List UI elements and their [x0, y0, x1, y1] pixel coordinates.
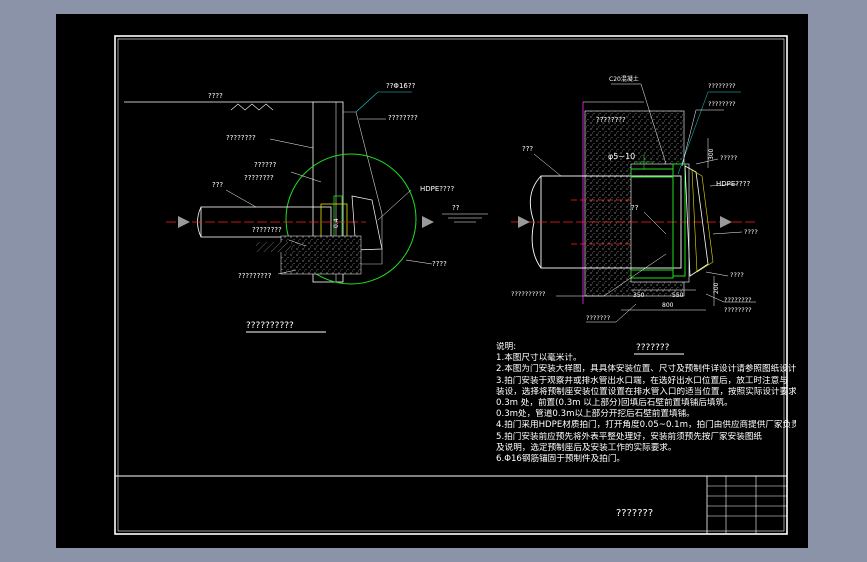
label-base: ????????? [238, 272, 272, 280]
label-phi: φ5~10 [608, 152, 635, 161]
dim-300: 300 [708, 148, 715, 160]
note-line: 3.拍门安装于观察井或排水管出水口端，在选好出水口位置后，放工时注意与 [496, 375, 788, 386]
notes-block: 说明: 1.本图尺寸以毫米计。 2.本图为门安装大样图，具具体安装位置、尺寸及预… [496, 342, 796, 465]
label-pipe-note: ?????? [254, 161, 277, 169]
cad-viewport[interactable]: ??????? ???? 0.4 ?? ??Φ16?? ???????? ???… [56, 14, 808, 548]
label-right-1: ???????? [708, 100, 736, 108]
label-bottom-2: ???????? [724, 296, 752, 304]
label-bottom-1: ??????? [586, 314, 610, 322]
note-line: 5.拍门安装前应预先将外表平整处理好，安装前须预先按厂家安装图纸 [496, 431, 763, 442]
label-ground-level: ???? [208, 92, 223, 100]
left-section-drawing: ???? 0.4 ?? ??Φ16?? ???????? ???????? ??… [124, 82, 488, 333]
label-backfill: ???????? [226, 134, 256, 142]
label-right-2: ????? [720, 154, 737, 162]
label-bottom-left: ?????????? [511, 290, 546, 298]
note-line: 4.拍门采用HDPE材质拍门，打开角度0.05~0.1m，拍门由供应商提供厂家负… [496, 420, 796, 431]
label-bottom-3: ???????? [724, 306, 752, 314]
dim-800: 800 [662, 302, 674, 309]
cad-drawing: ??????? ???? 0.4 ?? ??Φ16?? ???????? ???… [114, 35, 788, 535]
label-right-4: ???? [730, 271, 744, 279]
note-line: 及说明，选定预制座后及安装工作的实际要求。 [496, 442, 677, 453]
gate-dim: 0.4 [333, 218, 340, 228]
note-line: 6.Φ16钢筋锚固于预制件及拍门。 [496, 454, 626, 465]
label-pipe-right: ??? [522, 145, 533, 153]
note-line: 说明: [496, 342, 517, 352]
note-line: 2.本图为门安装大样图，具具体安装位置、尺寸及预制件详设计请参照图纸设计图。 [496, 364, 796, 375]
label-pipe: ??? [212, 181, 223, 189]
title-block: ??????? [115, 475, 787, 534]
label-top-callout: ???????? [388, 114, 418, 122]
label-right-3: ???? [744, 228, 758, 236]
dim-550: 550 [672, 292, 684, 299]
left-section-title: ?????????? [246, 321, 294, 331]
note-line: 0.3m 处，前置(0.3m 以上部分)回填后石壁前置填铺后填筑。 [496, 398, 733, 409]
label-mid: ?? [631, 204, 639, 212]
note-line: 装设，选择将预制座安装位置设置在排水管入口的适当位置，按照实际设计要求设置 [496, 386, 796, 397]
label-hdpe-left: HDPE???? [420, 185, 454, 193]
right-section-drawing: 350 550 800 200 300 C20混凝土 ???????? ????… [511, 75, 758, 355]
dim-350: 350 [633, 292, 645, 299]
label-rebar-right: ???????? [708, 82, 736, 90]
left-base [280, 235, 362, 275]
note-line: 1.本图尺寸以毫米计。 [496, 353, 582, 364]
label-rebar: ??Φ16?? [386, 82, 416, 90]
label-pipe-2: ???????? [244, 174, 274, 182]
label-hdpe-right: HDPE???? [716, 180, 750, 188]
title-block-label: ??????? [616, 508, 653, 519]
label-water-level: ?? [452, 204, 460, 212]
dim-200: 200 [713, 282, 720, 294]
label-cushion: ???????? [252, 226, 282, 234]
note-line: 0.3m处，管道0.3m以上部分开挖后石壁前置填铺。 [496, 409, 695, 420]
label-concrete: ???????? [596, 116, 626, 124]
label-c20: C20混凝土 [609, 75, 639, 83]
label-left-right-callout: ???? [432, 260, 447, 268]
